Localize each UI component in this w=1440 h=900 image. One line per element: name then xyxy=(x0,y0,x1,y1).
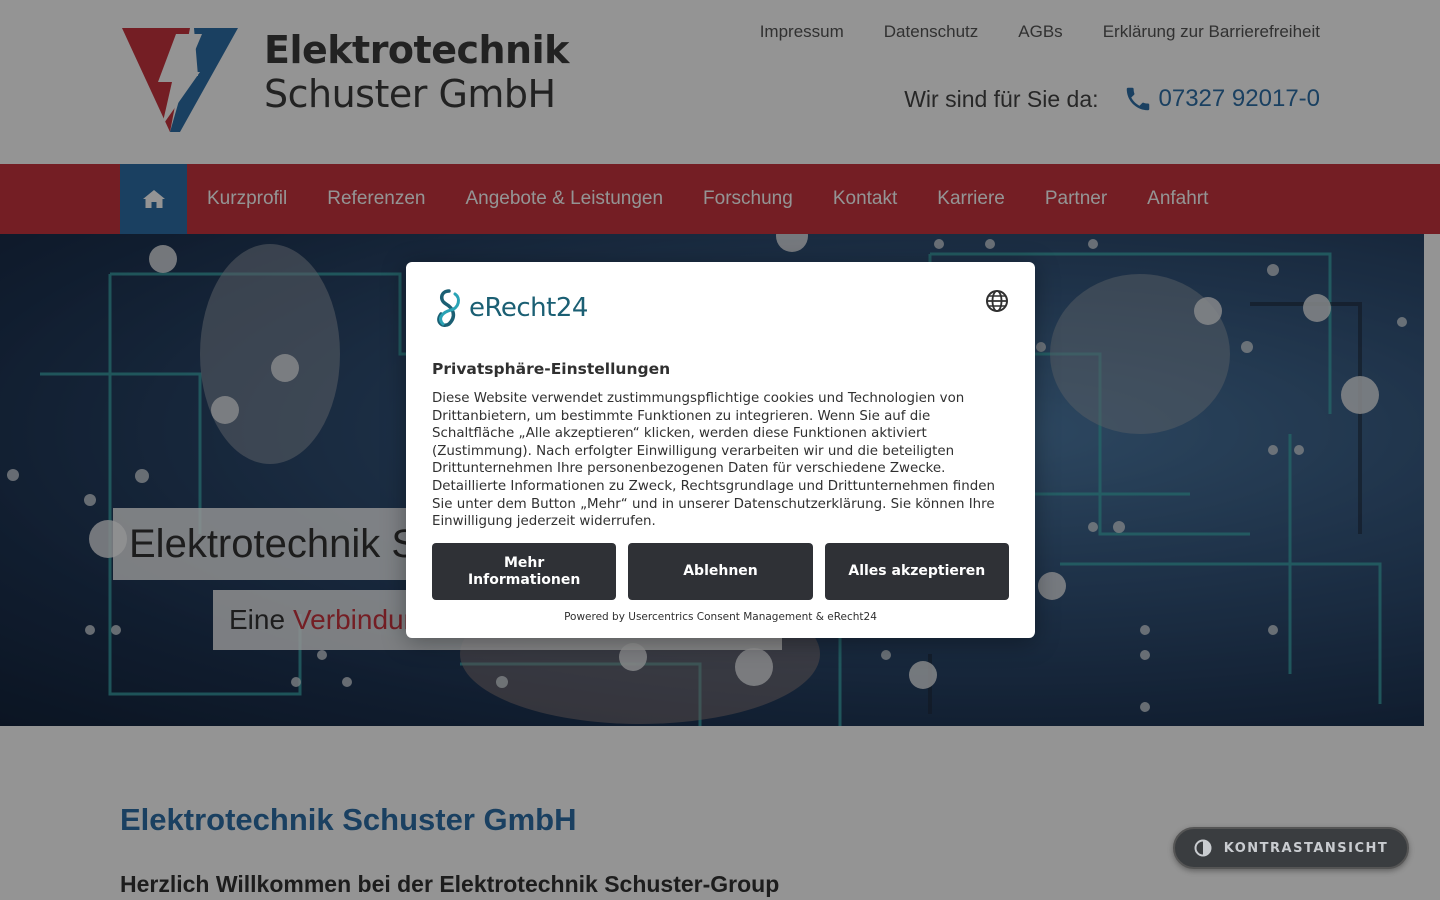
contrast-toggle-label: KONTRASTANSICHT xyxy=(1223,840,1389,856)
consent-body-text: Diese Website verwendet zustimmungspflic… xyxy=(432,391,995,530)
contrast-icon xyxy=(1194,839,1212,857)
consent-button-row: Mehr Informationen Ablehnen Alles akzept… xyxy=(432,543,1009,600)
erecht24-logo-icon xyxy=(437,289,460,327)
accept-all-button[interactable]: Alles akzeptieren xyxy=(824,543,1009,600)
globe-icon[interactable] xyxy=(985,289,1009,313)
erecht24-logo: eRecht24 xyxy=(431,288,588,328)
decline-button[interactable]: Ablehnen xyxy=(628,543,813,600)
consent-powered-by: Powered by Usercentrics Consent Manageme… xyxy=(564,611,877,623)
consent-dialog: eRecht24 Privatsphäre-Einstellungen Dies… xyxy=(406,262,1035,638)
erecht24-brand-text: eRecht24 xyxy=(469,293,588,323)
more-info-button[interactable]: Mehr Informationen xyxy=(432,543,617,600)
contrast-toggle-button[interactable]: KONTRASTANSICHT xyxy=(1173,827,1409,869)
consent-heading: Privatsphäre-Einstellungen xyxy=(432,360,671,378)
